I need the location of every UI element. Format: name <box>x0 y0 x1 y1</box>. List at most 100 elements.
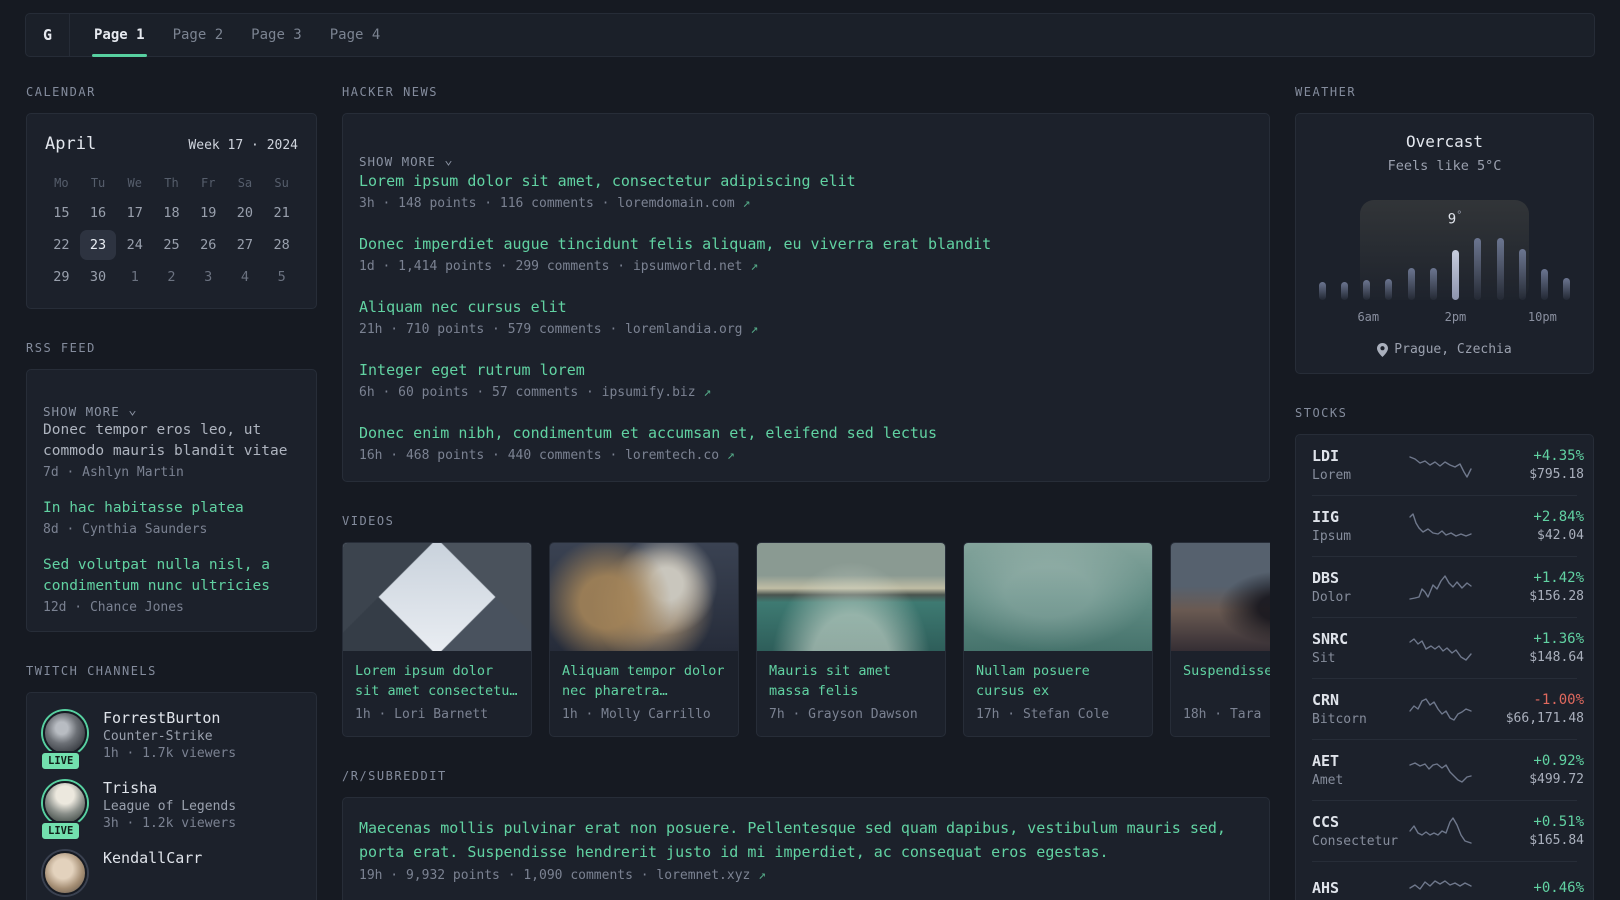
temperature-bar <box>1474 238 1482 300</box>
tab-page-3[interactable]: Page 3 <box>237 14 316 56</box>
stock-symbol[interactable]: SNRC <box>1312 630 1408 648</box>
stock-symbol[interactable]: DBS <box>1312 569 1408 587</box>
middle-column: HACKER NEWS SHOW MORE ⌄ Lorem ipsum dolo… <box>342 85 1270 900</box>
stock-row: SNRC Sit +1.36% $148.64 <box>1312 617 1584 678</box>
video-card[interactable]: Mauris sit amet massa felis 7h · Grayson… <box>756 542 946 737</box>
calendar-day: 16 <box>89 205 107 221</box>
weather-condition: Overcast <box>1405 132 1484 151</box>
tab-page-1[interactable]: Page 1 <box>80 14 159 57</box>
source-link[interactable]: ipsumworld.net <box>633 259 743 274</box>
videos-row: Lorem ipsum dolor sit amet consectetu… 1… <box>342 542 1270 737</box>
calendar-day: 18 <box>163 205 180 221</box>
stock-change-percent: +1.36% <box>1533 631 1584 647</box>
temperature-bar <box>1429 268 1437 300</box>
stock-symbol[interactable]: LDI <box>1312 447 1408 465</box>
calendar-day: 2 <box>167 269 176 285</box>
hacker-news-item: Lorem ipsum dolor sit amet, consectetur … <box>359 170 1253 211</box>
temperature-bars <box>1318 234 1571 300</box>
hacker-news-item-meta: 21h · 710 points · 579 comments · loreml… <box>359 322 759 337</box>
subreddit-post-title[interactable]: Maecenas mollis pulvinar erat non posuer… <box>359 816 1229 864</box>
stock-symbol[interactable]: CRN <box>1312 691 1408 709</box>
hacker-news-show-more-button[interactable]: SHOW MORE ⌄ <box>359 152 1253 170</box>
stock-name: Ipsum <box>1312 529 1352 544</box>
stock-row: LDI Lorem +4.35% $795.18 <box>1312 435 1584 495</box>
hacker-news-item-title[interactable]: Donec imperdiet augue tincidunt felis al… <box>359 233 1253 255</box>
external-link-icon: ↗ <box>703 385 712 400</box>
tab-page-4[interactable]: Page 4 <box>316 14 395 56</box>
stock-symbol[interactable]: AHS <box>1312 879 1408 897</box>
calendar-month: April <box>45 134 97 154</box>
rss-item: Sed volutpat nulla nisl, a condimentum n… <box>43 555 300 615</box>
source-link[interactable]: loremnet.xyz <box>656 868 750 883</box>
stock-row: CRN Bitcorn -1.00% $66,171.48 <box>1312 678 1584 739</box>
video-title[interactable]: Aliquam tempor dolor nec pharetra… <box>562 661 726 701</box>
video-card[interactable]: Lorem ipsum dolor sit amet consectetu… 1… <box>342 542 532 737</box>
tab-page-2[interactable]: Page 2 <box>159 14 238 56</box>
video-title[interactable]: Mauris sit amet massa felis <box>769 661 933 701</box>
video-card[interactable]: Suspendisse sed diam 18h · Tara <box>1170 542 1270 737</box>
tick-6am: 6am <box>1357 310 1380 324</box>
stock-row: AET Amet +0.92% $499.72 <box>1312 739 1584 800</box>
streamer-avatar <box>43 781 87 825</box>
widget-title-twitch: TWITCH CHANNELS <box>26 664 157 678</box>
rss-show-more-button[interactable]: SHOW MORE ⌄ <box>43 402 300 420</box>
rss-widget: RSS FEED SHOW MORE ⌄ Donec tempor eros l… <box>26 341 317 632</box>
video-thumbnail <box>964 543 1152 651</box>
stock-sparkline <box>1408 511 1474 541</box>
streamer-meta: 1h · 1.7k viewers <box>103 746 237 761</box>
stock-sparkline <box>1408 572 1474 602</box>
hacker-news-item-title[interactable]: Aliquam nec cursus elit <box>359 296 1253 318</box>
stock-symbol[interactable]: IIG <box>1312 508 1408 526</box>
calendar-day: 20 <box>236 205 254 221</box>
rss-item-title[interactable]: Donec tempor eros leo, ut commodo mauris… <box>43 420 300 462</box>
app-logo[interactable]: G <box>26 14 70 56</box>
rss-item-title[interactable]: In hac habitasse platea <box>43 498 300 519</box>
stock-symbol[interactable]: AET <box>1312 752 1408 770</box>
temperature-bar <box>1452 250 1460 300</box>
temperature-bar <box>1563 278 1571 300</box>
rss-item-title[interactable]: Sed volutpat nulla nisl, a condimentum n… <box>43 555 300 597</box>
calendar-day: 25 <box>163 237 180 253</box>
hacker-news-item-title[interactable]: Donec enim nibh, condimentum et accumsan… <box>359 422 1253 444</box>
hacker-news-item-title[interactable]: Integer eget rutrum lorem <box>359 359 1253 381</box>
calendar-weekday: Sa <box>237 176 253 190</box>
stock-symbol[interactable]: CCS <box>1312 813 1408 831</box>
source-link[interactable]: loremtech.co <box>625 448 719 463</box>
streamer-name[interactable]: ForrestBurton <box>103 709 236 727</box>
temperature-bar <box>1318 282 1326 300</box>
video-thumbnail <box>550 543 738 651</box>
source-link[interactable]: ipsumify.biz <box>602 385 696 400</box>
rss-item-meta: 7d · Ashlyn Martin <box>43 465 184 480</box>
calendar-weekday: We <box>127 176 142 190</box>
calendar-day: 24 <box>126 237 143 253</box>
source-link[interactable]: loremdomain.com <box>617 196 734 211</box>
stock-row: IIG Ipsum +2.84% $42.04 <box>1312 495 1584 556</box>
twitch-channel-row[interactable]: LIVE KendallCarr <box>43 849 300 895</box>
stock-name: Amet <box>1312 773 1344 788</box>
video-card[interactable]: Aliquam tempor dolor nec pharetra… 1h · … <box>549 542 739 737</box>
calendar-day: 26 <box>200 237 217 253</box>
stock-price: $66,171.48 <box>1505 711 1584 726</box>
streamer-name[interactable]: KendallCarr <box>103 849 202 867</box>
widget-title-calendar: CALENDAR <box>26 85 96 99</box>
source-link[interactable]: loremlandia.org <box>625 322 742 337</box>
hacker-news-item: Integer eget rutrum lorem 6h · 60 points… <box>359 359 1253 400</box>
video-title[interactable]: Lorem ipsum dolor sit amet consectetu… <box>355 661 519 701</box>
streamer-name[interactable]: Trisha <box>103 779 236 797</box>
video-title[interactable]: Suspendisse sed diam <box>1183 661 1270 701</box>
subreddit-post-meta: 19h · 9,932 points · 1,090 comments · lo… <box>359 868 766 883</box>
calendar-weekday: Th <box>164 176 179 190</box>
external-link-icon: ↗ <box>758 868 766 883</box>
stock-change-percent: +0.46% <box>1533 879 1584 896</box>
calendar-days-grid: 15 16 17 18 19 20 21 22 23 24 25 26 27 28 29 30 1 2 3 4 5 <box>43 198 300 292</box>
streamer-avatar <box>43 851 87 895</box>
video-card[interactable]: Nullam posuere cursus ex 17h · Stefan Co… <box>963 542 1153 737</box>
rss-item-meta: 12d · Chance Jones <box>43 600 184 615</box>
video-thumbnail <box>1171 543 1270 651</box>
rss-item: Donec tempor eros leo, ut commodo mauris… <box>43 420 300 480</box>
hacker-news-item-title[interactable]: Lorem ipsum dolor sit amet, consectetur … <box>359 170 1253 192</box>
video-title[interactable]: Nullam posuere cursus ex <box>976 661 1140 701</box>
twitch-channel-row[interactable]: LIVE Trisha League of Legends 3h · 1.2k … <box>40 779 300 841</box>
twitch-channel-row[interactable]: LIVE ForrestBurton Counter-Strike 1h · 1… <box>40 709 300 771</box>
stock-price: $165.84 <box>1529 833 1584 848</box>
